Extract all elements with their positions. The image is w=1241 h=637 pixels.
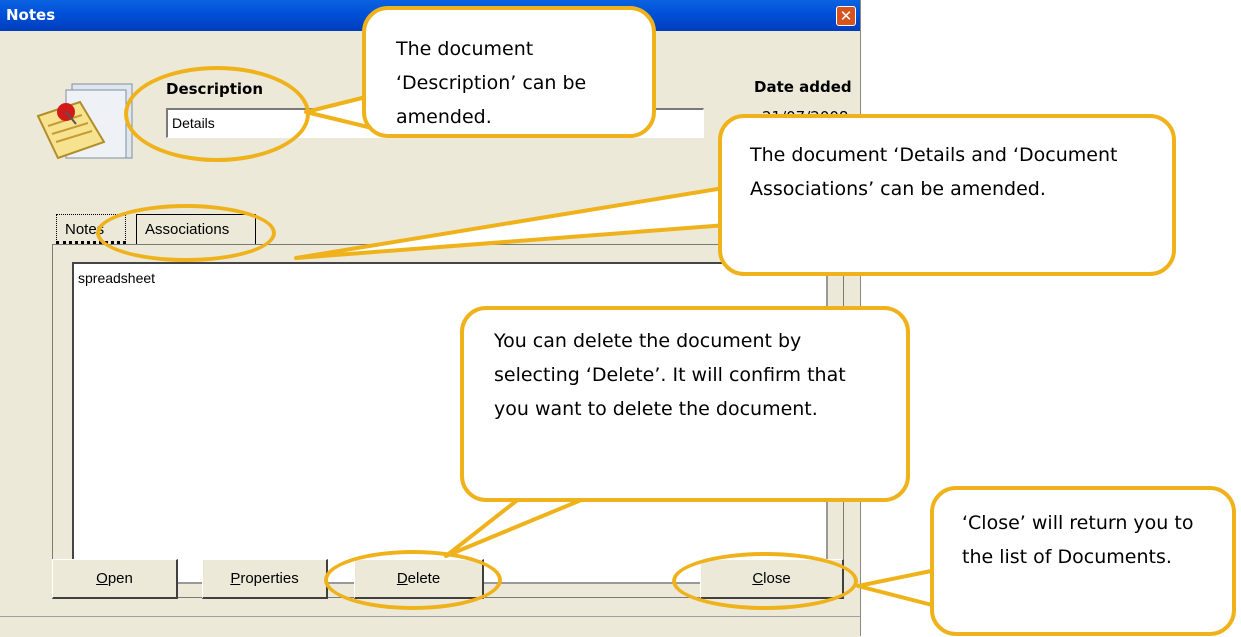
close-callout-text: ‘Close’ will return you to the list of D… — [962, 512, 1194, 568]
details-callout-text: The document ‘Details and ‘Document Asso… — [750, 144, 1118, 200]
delete-callout-text: You can delete the document by selecting… — [494, 330, 846, 420]
close-callout: ‘Close’ will return you to the list of D… — [930, 486, 1236, 636]
delete-callout-pointer — [444, 496, 588, 558]
description-callout: The document ‘Description’ can be amende… — [362, 6, 656, 138]
details-callout-pointer — [294, 184, 742, 260]
close-callout-pointer — [856, 568, 938, 608]
description-callout-text: The document ‘Description’ can be amende… — [396, 38, 587, 128]
delete-callout: You can delete the document by selecting… — [460, 306, 910, 502]
details-callout: The document ‘Details and ‘Document Asso… — [718, 114, 1176, 276]
